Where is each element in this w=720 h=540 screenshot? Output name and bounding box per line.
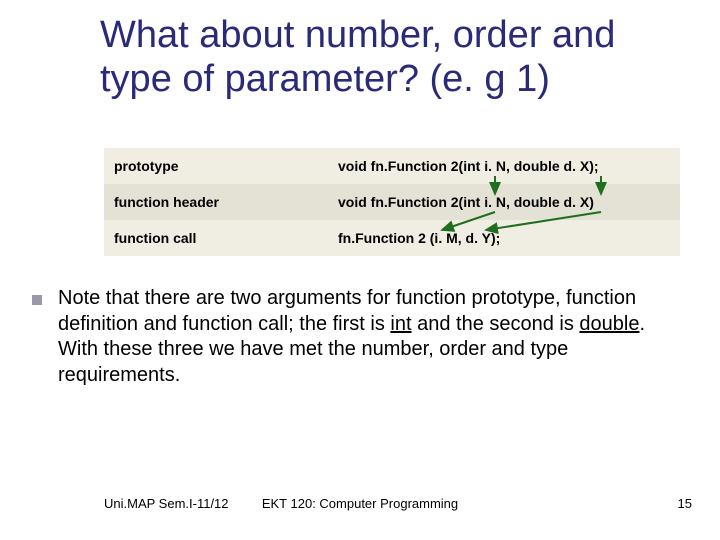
code-table: prototype void fn.Function 2(int i. N, d… bbox=[104, 148, 680, 256]
row-code: void fn.Function 2(int i. N, double d. X… bbox=[334, 194, 680, 210]
row-code: fn.Function 2 (i. M, d. Y); bbox=[334, 230, 680, 246]
slide: What about number, order and type of par… bbox=[0, 0, 720, 540]
text-fragment: and the second is bbox=[412, 313, 580, 335]
underline-double: double bbox=[579, 313, 639, 335]
table-row: function header void fn.Function 2(int i… bbox=[104, 184, 680, 220]
footer: Uni.MAP Sem.I-11/12 EKT 120: Computer Pr… bbox=[0, 496, 720, 516]
footer-right: 15 bbox=[678, 496, 692, 511]
body-text: Note that there are two arguments for fu… bbox=[58, 286, 680, 388]
bullet-icon bbox=[32, 295, 42, 305]
row-label: function header bbox=[104, 194, 334, 210]
table-row: function call fn.Function 2 (i. M, d. Y)… bbox=[104, 220, 680, 256]
row-code: void fn.Function 2(int i. N, double d. X… bbox=[334, 158, 680, 174]
footer-center: EKT 120: Computer Programming bbox=[0, 496, 720, 511]
table-row: prototype void fn.Function 2(int i. N, d… bbox=[104, 148, 680, 184]
underline-int: int bbox=[390, 313, 411, 335]
slide-title: What about number, order and type of par… bbox=[100, 14, 680, 101]
row-label: function call bbox=[104, 230, 334, 246]
row-label: prototype bbox=[104, 158, 334, 174]
body-paragraph: Note that there are two arguments for fu… bbox=[32, 286, 680, 388]
